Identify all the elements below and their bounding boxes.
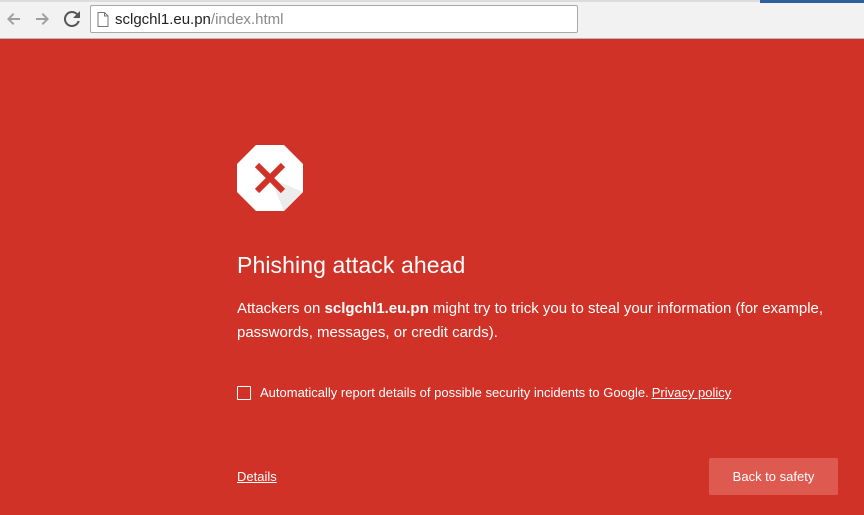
back-button[interactable]: [3, 8, 25, 30]
tab-strip-accent: [760, 0, 864, 3]
warning-cross-icon: [237, 145, 303, 211]
details-link[interactable]: Details: [237, 469, 277, 484]
back-to-safety-button[interactable]: Back to safety: [709, 458, 838, 495]
arrow-left-icon: [7, 13, 20, 25]
reload-icon: [64, 11, 80, 27]
report-label: Automatically report details of possible…: [260, 385, 649, 400]
page-icon: [97, 11, 109, 27]
report-checkbox[interactable]: [237, 385, 251, 400]
warning-explanation: Attackers on sclgchl1.eu.pn might try to…: [237, 297, 837, 345]
explanation-prefix: Attackers on: [237, 300, 325, 317]
privacy-policy-link[interactable]: Privacy policy: [652, 385, 731, 400]
report-option: Automatically report details of possible…: [237, 385, 731, 400]
arrow-right-icon: [36, 13, 49, 25]
browser-toolbar: sclgchl1.eu.pn/index.html: [0, 0, 864, 39]
forward-button[interactable]: [31, 8, 53, 30]
address-bar[interactable]: sclgchl1.eu.pn/index.html: [90, 5, 578, 33]
url-path: /index.html: [210, 10, 284, 28]
toolbar-top-border: [0, 0, 864, 2]
url-host: sclgchl1.eu.pn: [115, 10, 211, 28]
explanation-domain: sclgchl1.eu.pn: [324, 300, 429, 317]
reload-button[interactable]: [61, 8, 83, 30]
page-title: Phishing attack ahead: [237, 252, 466, 278]
